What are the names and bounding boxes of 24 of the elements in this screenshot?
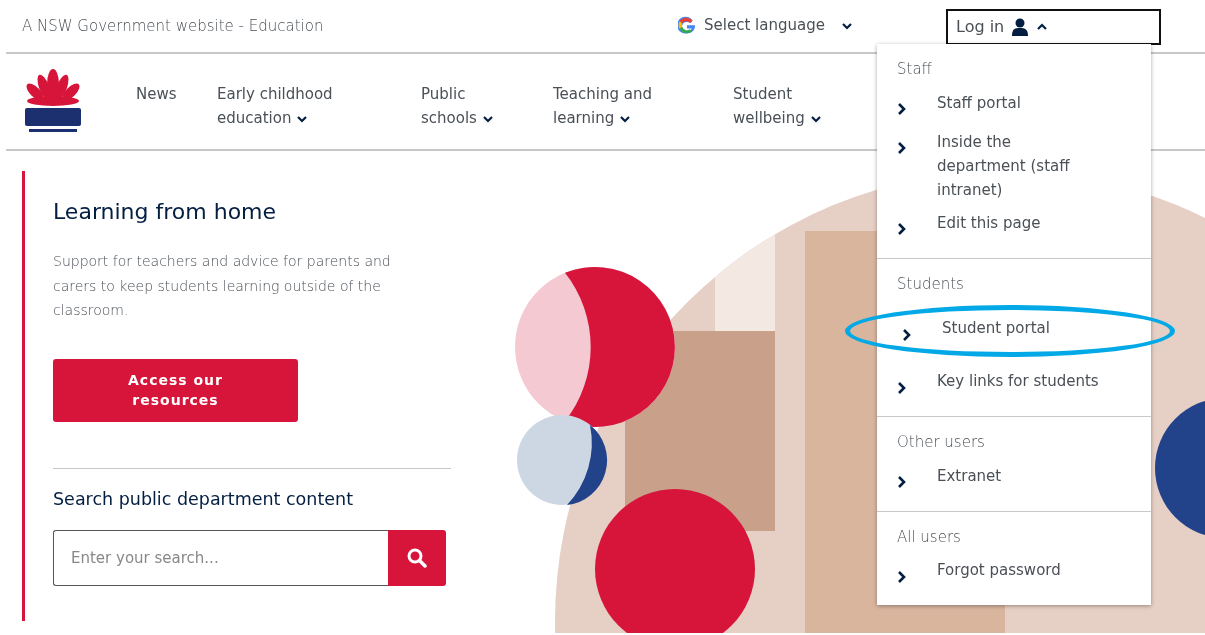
menu-section-heading: Students bbox=[897, 273, 965, 295]
menu-section-heading: Other users bbox=[897, 432, 986, 453]
login-button[interactable]: Log in bbox=[946, 9, 1161, 45]
nav-link[interactable]: Public schools bbox=[421, 54, 511, 130]
access-resources-button[interactable]: Access our resources bbox=[53, 358, 298, 422]
menu-link[interactable]: Forgot password bbox=[897, 558, 1131, 588]
search-field[interactable]: Enter your search... bbox=[53, 529, 388, 586]
nav-link[interactable]: Early childhood education bbox=[217, 54, 357, 130]
nav-link[interactable]: News bbox=[136, 54, 216, 106]
hero-title: Learning from home bbox=[53, 199, 278, 226]
menu-link[interactable]: Inside the department (staff intranet) bbox=[897, 129, 1131, 202]
menu-link[interactable]: Key links for students bbox=[897, 369, 1131, 399]
menu-section-heading: All users bbox=[897, 526, 962, 548]
site-label: A NSW Government website - Education bbox=[22, 15, 324, 37]
language-selector[interactable]: Select language bbox=[678, 14, 853, 37]
nav-link[interactable]: Teaching and learning bbox=[553, 54, 668, 130]
hero-description: Support for teachers and advice for parents and carers to keep students learning outside of the classroom. bbox=[53, 252, 392, 321]
nav-link[interactable]: Student wellbeing bbox=[733, 54, 838, 130]
search-heading: Search public department content bbox=[53, 488, 354, 510]
menu-link[interactable]: Edit this page bbox=[897, 210, 1131, 241]
menu-section-heading: Staff bbox=[897, 59, 933, 80]
highlighted-menu-link[interactable]: Student portal bbox=[845, 305, 1175, 357]
menu-link[interactable]: Extranet bbox=[897, 463, 1131, 494]
menu-link[interactable]: Staff portal bbox=[897, 90, 1131, 121]
